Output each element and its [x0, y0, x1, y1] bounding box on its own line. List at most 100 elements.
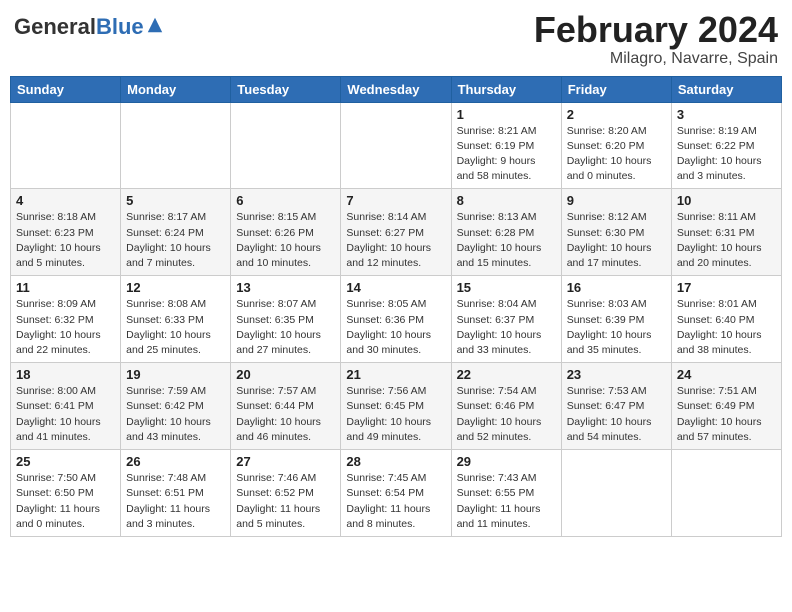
day-info: Sunrise: 8:05 AM Sunset: 6:36 PM Dayligh… — [346, 297, 445, 358]
calendar-cell — [671, 450, 781, 537]
day-info: Sunrise: 7:56 AM Sunset: 6:45 PM Dayligh… — [346, 384, 445, 445]
weekday-header-wednesday: Wednesday — [341, 76, 451, 102]
calendar-cell: 7 Sunrise: 8:14 AM Sunset: 6:27 PM Daylig… — [341, 189, 451, 276]
calendar-cell: 3 Sunrise: 8:19 AM Sunset: 6:22 PM Daylig… — [671, 102, 781, 189]
calendar-cell: 22 Sunrise: 7:54 AM Sunset: 6:46 PM Dayli… — [451, 363, 561, 450]
calendar-cell: 10Sunrise: 8:11 AM Sunset: 6:31 PM Dayli… — [671, 189, 781, 276]
day-number: 7 — [346, 193, 445, 208]
day-number: 17 — [677, 280, 776, 295]
day-number: 12 — [126, 280, 225, 295]
calendar-week-1: 1 Sunrise: 8:21 AM Sunset: 6:19 PM Daylig… — [11, 102, 782, 189]
day-info: Sunrise: 7:57 AM Sunset: 6:44 PM Dayligh… — [236, 384, 335, 445]
calendar-cell: 26Sunrise: 7:48 AM Sunset: 6:51 PM Dayli… — [121, 450, 231, 537]
day-info: Sunrise: 8:07 AM Sunset: 6:35 PM Dayligh… — [236, 297, 335, 358]
day-info: Sunrise: 7:46 AM Sunset: 6:52 PM Dayligh… — [236, 471, 335, 532]
calendar-cell: 27 Sunrise: 7:46 AM Sunset: 6:52 PM Dayli… — [231, 450, 341, 537]
day-number: 29 — [457, 454, 556, 469]
day-info: Sunrise: 8:14 AM Sunset: 6:27 PM Dayligh… — [346, 210, 445, 271]
day-info: Sunrise: 8:11 AM Sunset: 6:31 PM Dayligh… — [677, 210, 776, 271]
calendar-cell: 4 Sunrise: 8:18 AM Sunset: 6:23 PM Daylig… — [11, 189, 121, 276]
day-number: 19 — [126, 367, 225, 382]
calendar-cell: 12 Sunrise: 8:08 AM Sunset: 6:33 PM Dayli… — [121, 276, 231, 363]
day-number: 23 — [567, 367, 666, 382]
calendar-cell: 8 Sunrise: 8:13 AM Sunset: 6:28 PM Daylig… — [451, 189, 561, 276]
weekday-header-sunday: Sunday — [11, 76, 121, 102]
weekday-header-thursday: Thursday — [451, 76, 561, 102]
logo: GeneralBlue — [14, 16, 164, 38]
calendar-week-4: 18 Sunrise: 8:00 AM Sunset: 6:41 PM Dayli… — [11, 363, 782, 450]
title-block: February 2024 Milagro, Navarre, Spain — [534, 10, 778, 68]
logo-general: General — [14, 14, 96, 39]
logo-icon — [146, 16, 164, 34]
day-number: 26 — [126, 454, 225, 469]
day-number: 18 — [16, 367, 115, 382]
calendar-cell: 5 Sunrise: 8:17 AM Sunset: 6:24 PM Daylig… — [121, 189, 231, 276]
day-number: 5 — [126, 193, 225, 208]
day-info: Sunrise: 7:45 AM Sunset: 6:54 PM Dayligh… — [346, 471, 445, 532]
day-info: Sunrise: 7:50 AM Sunset: 6:50 PM Dayligh… — [16, 471, 115, 532]
day-number: 9 — [567, 193, 666, 208]
calendar-cell — [341, 102, 451, 189]
day-info: Sunrise: 8:12 AM Sunset: 6:30 PM Dayligh… — [567, 210, 666, 271]
day-number: 22 — [457, 367, 556, 382]
calendar-cell: 29 Sunrise: 7:43 AM Sunset: 6:55 PM Dayli… — [451, 450, 561, 537]
day-number: 27 — [236, 454, 335, 469]
day-number: 21 — [346, 367, 445, 382]
day-number: 2 — [567, 107, 666, 122]
day-info: Sunrise: 8:04 AM Sunset: 6:37 PM Dayligh… — [457, 297, 556, 358]
calendar-cell: 20Sunrise: 7:57 AM Sunset: 6:44 PM Dayli… — [231, 363, 341, 450]
calendar-cell: 28Sunrise: 7:45 AM Sunset: 6:54 PM Dayli… — [341, 450, 451, 537]
calendar-cell: 13 Sunrise: 8:07 AM Sunset: 6:35 PM Dayli… — [231, 276, 341, 363]
day-number: 11 — [16, 280, 115, 295]
day-info: Sunrise: 7:54 AM Sunset: 6:46 PM Dayligh… — [457, 384, 556, 445]
calendar-cell: 25Sunrise: 7:50 AM Sunset: 6:50 PM Dayli… — [11, 450, 121, 537]
calendar-cell: 18 Sunrise: 8:00 AM Sunset: 6:41 PM Dayli… — [11, 363, 121, 450]
calendar-cell — [561, 450, 671, 537]
calendar-cell: 21 Sunrise: 7:56 AM Sunset: 6:45 PM Dayli… — [341, 363, 451, 450]
day-info: Sunrise: 7:59 AM Sunset: 6:42 PM Dayligh… — [126, 384, 225, 445]
calendar-cell: 16Sunrise: 8:03 AM Sunset: 6:39 PM Dayli… — [561, 276, 671, 363]
day-info: Sunrise: 8:13 AM Sunset: 6:28 PM Dayligh… — [457, 210, 556, 271]
weekday-header-saturday: Saturday — [671, 76, 781, 102]
day-number: 14 — [346, 280, 445, 295]
day-info: Sunrise: 8:08 AM Sunset: 6:33 PM Dayligh… — [126, 297, 225, 358]
day-info: Sunrise: 8:20 AM Sunset: 6:20 PM Dayligh… — [567, 124, 666, 185]
calendar-cell: 1 Sunrise: 8:21 AM Sunset: 6:19 PM Daylig… — [451, 102, 561, 189]
location-subtitle: Milagro, Navarre, Spain — [534, 50, 778, 68]
calendar-cell: 15Sunrise: 8:04 AM Sunset: 6:37 PM Dayli… — [451, 276, 561, 363]
calendar-cell — [11, 102, 121, 189]
logo-blue: Blue — [96, 14, 144, 39]
calendar-cell: 24Sunrise: 7:51 AM Sunset: 6:49 PM Dayli… — [671, 363, 781, 450]
day-number: 8 — [457, 193, 556, 208]
day-info: Sunrise: 7:43 AM Sunset: 6:55 PM Dayligh… — [457, 471, 556, 532]
day-info: Sunrise: 8:01 AM Sunset: 6:40 PM Dayligh… — [677, 297, 776, 358]
day-number: 1 — [457, 107, 556, 122]
day-info: Sunrise: 8:21 AM Sunset: 6:19 PM Dayligh… — [457, 124, 556, 185]
page-header: GeneralBlue February 2024 Milagro, Navar… — [10, 10, 782, 68]
weekday-header-row: SundayMondayTuesdayWednesdayThursdayFrid… — [11, 76, 782, 102]
calendar-week-2: 4 Sunrise: 8:18 AM Sunset: 6:23 PM Daylig… — [11, 189, 782, 276]
calendar-cell: 6Sunrise: 8:15 AM Sunset: 6:26 PM Daylig… — [231, 189, 341, 276]
day-number: 3 — [677, 107, 776, 122]
calendar-cell: 17 Sunrise: 8:01 AM Sunset: 6:40 PM Dayli… — [671, 276, 781, 363]
calendar-cell: 14 Sunrise: 8:05 AM Sunset: 6:36 PM Dayli… — [341, 276, 451, 363]
calendar-cell — [231, 102, 341, 189]
calendar-cell: 2 Sunrise: 8:20 AM Sunset: 6:20 PM Daylig… — [561, 102, 671, 189]
calendar-cell — [121, 102, 231, 189]
weekday-header-tuesday: Tuesday — [231, 76, 341, 102]
day-number: 24 — [677, 367, 776, 382]
calendar-table: SundayMondayTuesdayWednesdayThursdayFrid… — [10, 76, 782, 537]
day-info: Sunrise: 7:53 AM Sunset: 6:47 PM Dayligh… — [567, 384, 666, 445]
day-info: Sunrise: 8:15 AM Sunset: 6:26 PM Dayligh… — [236, 210, 335, 271]
day-info: Sunrise: 8:19 AM Sunset: 6:22 PM Dayligh… — [677, 124, 776, 185]
calendar-cell: 9 Sunrise: 8:12 AM Sunset: 6:30 PM Daylig… — [561, 189, 671, 276]
calendar-cell: 11Sunrise: 8:09 AM Sunset: 6:32 PM Dayli… — [11, 276, 121, 363]
day-info: Sunrise: 8:17 AM Sunset: 6:24 PM Dayligh… — [126, 210, 225, 271]
day-number: 13 — [236, 280, 335, 295]
day-info: Sunrise: 8:03 AM Sunset: 6:39 PM Dayligh… — [567, 297, 666, 358]
calendar-week-3: 11Sunrise: 8:09 AM Sunset: 6:32 PM Dayli… — [11, 276, 782, 363]
day-number: 4 — [16, 193, 115, 208]
calendar-week-5: 25Sunrise: 7:50 AM Sunset: 6:50 PM Dayli… — [11, 450, 782, 537]
day-info: Sunrise: 8:18 AM Sunset: 6:23 PM Dayligh… — [16, 210, 115, 271]
day-info: Sunrise: 8:00 AM Sunset: 6:41 PM Dayligh… — [16, 384, 115, 445]
